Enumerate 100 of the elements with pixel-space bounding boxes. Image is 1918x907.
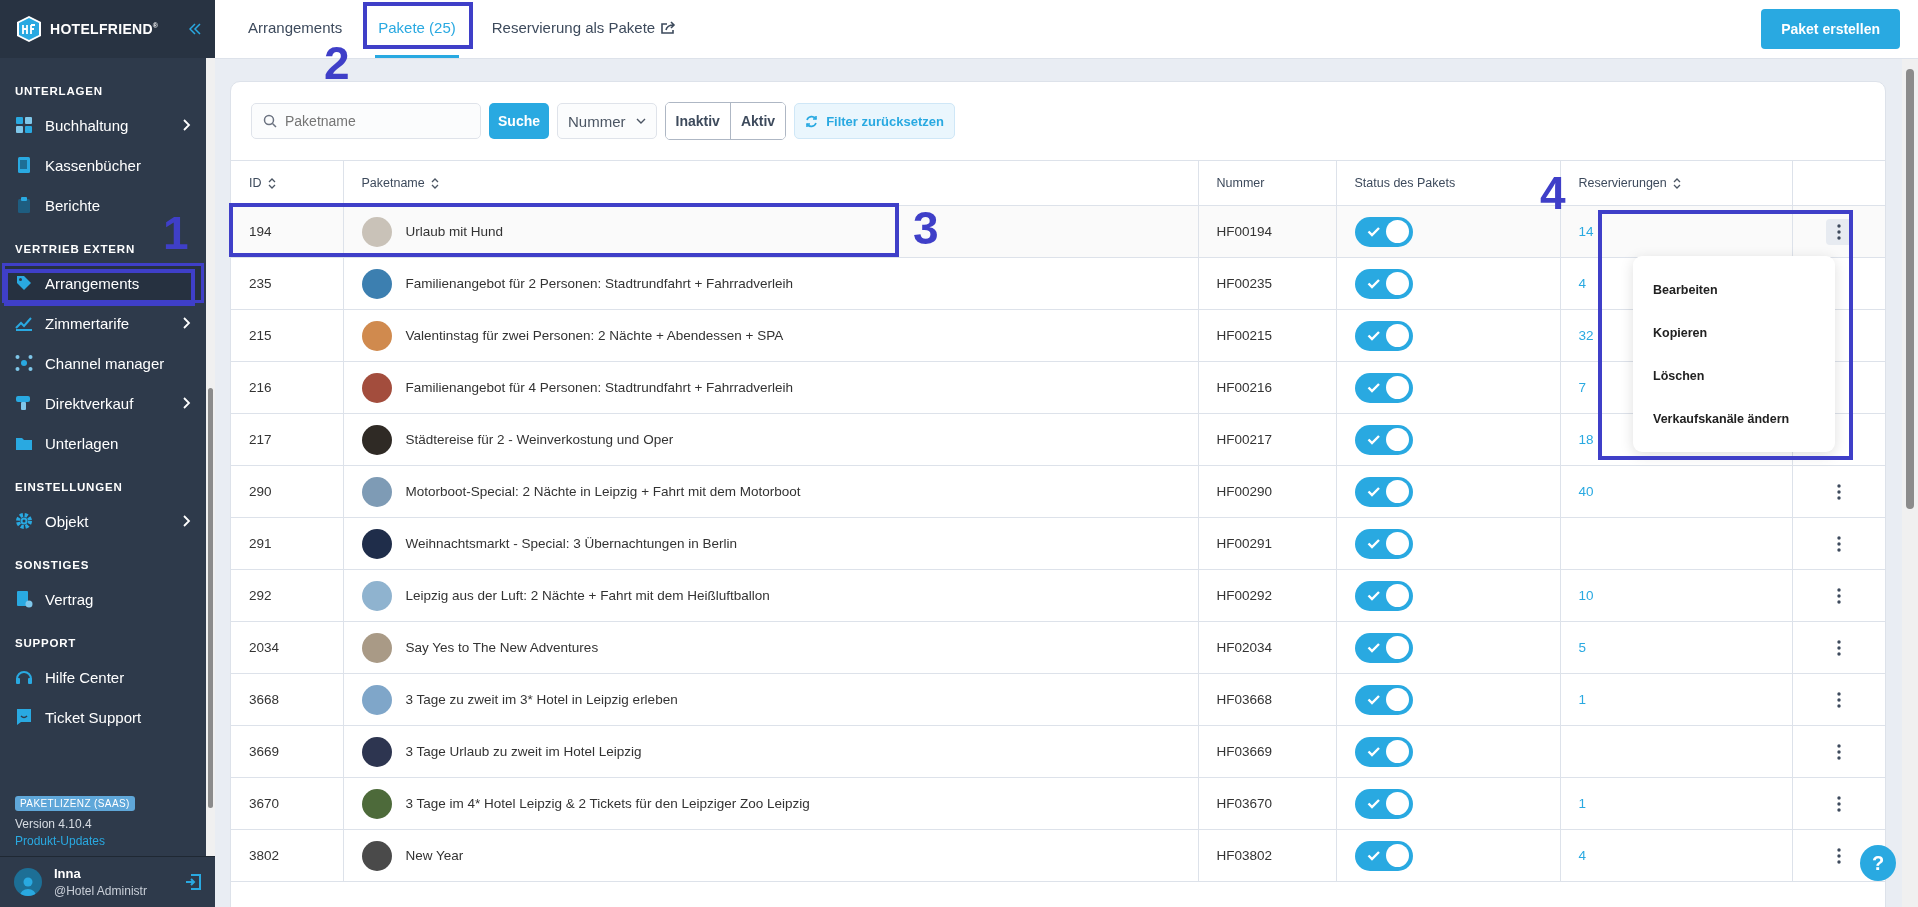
kebab-icon (1836, 483, 1841, 500)
scrollbar[interactable] (1902, 59, 1918, 907)
nav-item[interactable]: Buchhaltung (5, 108, 201, 142)
menu-item[interactable]: Löschen (1633, 354, 1835, 397)
package-name: Valentinstag für zwei Personen: 2 Nächte + Abendessen + SPA (405, 328, 784, 343)
section-heading: VERTRIEB EXTERN (15, 242, 135, 257)
thumbnail-photo (361, 424, 392, 455)
status-toggle[interactable] (1354, 528, 1413, 559)
id-cell: 235 (231, 257, 343, 310)
status-toggle[interactable] (1354, 840, 1413, 871)
kebab-icon (1836, 691, 1841, 708)
nav-item[interactable]: Ticket Support (5, 700, 201, 734)
tab[interactable]: Reservierung als Pakete (488, 0, 681, 58)
network-icon (15, 354, 33, 372)
status-toggle[interactable] (1354, 580, 1413, 611)
search-field[interactable]: Paketname (251, 103, 481, 139)
refresh-icon (805, 114, 819, 128)
number-cell: HF00292 (1198, 569, 1336, 622)
share-icon (661, 21, 678, 34)
menu-item[interactable]: Bearbeiten (1633, 268, 1835, 311)
menu-item[interactable]: Kopieren (1633, 311, 1835, 354)
check-icon (1366, 382, 1381, 393)
kebab-icon (1836, 639, 1841, 656)
nav-item[interactable]: Channel manager (5, 346, 201, 380)
scrollbar[interactable] (206, 58, 215, 856)
id-cell: 3670 (231, 777, 343, 830)
more-button[interactable] (1825, 218, 1852, 245)
gear-icon (15, 512, 33, 530)
id-cell: 2034 (231, 621, 343, 674)
check-icon (1366, 590, 1381, 601)
id-cell: 216 (231, 361, 343, 414)
toggle-thumb (1385, 428, 1409, 451)
section-heading: SUPPORT (15, 636, 77, 651)
sort-icon[interactable] (267, 177, 276, 189)
package-name: Städtereise für 2 - Weinverkostung und Oper (405, 432, 674, 447)
status-toggle[interactable] (1354, 372, 1413, 403)
nav-item[interactable]: Zimmertarife (5, 306, 201, 340)
section-heading: UNTERLAGEN (15, 84, 103, 99)
thumbnail-photo (361, 736, 392, 767)
nav-item[interactable]: Direktverkauf (5, 386, 201, 420)
package-name: Motorboot-Special: 2 Nächte in Leipzig + Fahrt mit dem Motorboot (405, 484, 801, 499)
nav-item[interactable]: Kassenbücher (5, 148, 201, 182)
id-cell: 292 (231, 569, 343, 622)
id-cell: 3802 (231, 829, 343, 882)
logout-icon[interactable] (185, 874, 201, 890)
user-role: @Hotel Administr (54, 884, 148, 898)
toggle-thumb (1385, 740, 1409, 763)
package-name: 3 Tage zu zweit im 3* Hotel in Leipzig erleben (405, 692, 678, 707)
sort-icon[interactable] (1672, 177, 1681, 189)
toggle-thumb (1385, 844, 1409, 867)
collapse-icon[interactable] (189, 23, 201, 35)
nav-item[interactable]: Hilfe Center (5, 660, 201, 694)
status-toggle[interactable] (1354, 424, 1413, 455)
status-toggle[interactable] (1354, 684, 1413, 715)
thumbnail-photo (361, 580, 392, 611)
check-icon (1366, 278, 1381, 289)
section-heading: SONSTIGES (15, 558, 90, 573)
status-toggle[interactable] (1354, 216, 1413, 247)
search-icon (263, 114, 277, 128)
package-name: Urlaub mit Hund (405, 224, 504, 239)
status-segment[interactable]: Aktiv (729, 103, 786, 139)
check-icon (1366, 850, 1381, 861)
thumbnail-photo (361, 788, 392, 819)
check-icon (1366, 434, 1381, 445)
toggle-thumb (1385, 480, 1409, 503)
nav-item[interactable]: Unterlagen (5, 426, 201, 460)
toggle-thumb (1385, 272, 1409, 295)
status-toggle[interactable] (1354, 476, 1413, 507)
package-name: Familienangebot für 2 Personen: Stadtrundfahrt + Fahrradverleih (405, 276, 794, 291)
thumbnail-photo (361, 476, 392, 507)
check-icon (1366, 746, 1381, 757)
nav-item[interactable]: Vertrag (5, 582, 201, 616)
sort-dropdown[interactable]: Nummer (557, 103, 657, 139)
check-icon (1366, 694, 1381, 705)
status-toggle[interactable] (1354, 268, 1413, 299)
toggle-thumb (1385, 636, 1409, 659)
package-name: Familienangebot für 4 Personen: Stadtrundfahrt + Fahrradverleih (405, 380, 794, 395)
status-toggle[interactable] (1354, 320, 1413, 351)
package-name: Weihnachtsmarkt - Special: 3 Übernachtungen in Berlin (405, 536, 737, 551)
updates-link[interactable]: Produkt-Updates (15, 834, 106, 848)
sort-icon[interactable] (430, 177, 439, 189)
status-toggle[interactable] (1354, 788, 1413, 819)
thumbnail-photo (361, 528, 392, 559)
section-heading: EINSTELLUNGEN (15, 480, 123, 495)
status-toggle[interactable] (1354, 736, 1413, 767)
status-toggle[interactable] (1354, 632, 1413, 663)
thumbnail-photo (361, 632, 392, 663)
number-cell: HF03670 (1198, 777, 1336, 830)
id-cell: 3668 (231, 673, 343, 726)
nav-item[interactable]: Objekt (5, 504, 201, 538)
id-cell: 3669 (231, 725, 343, 778)
avatar (14, 868, 42, 896)
check-icon (1366, 538, 1381, 549)
toggle-thumb (1385, 324, 1409, 347)
chat-icon (15, 708, 33, 726)
menu-item[interactable]: Verkaufskanäle ändern (1633, 397, 1835, 440)
thumbnail-photo (361, 684, 392, 715)
step-number: 4 (1540, 170, 1566, 216)
hand-icon (15, 394, 33, 412)
chevron-down-icon (635, 118, 646, 124)
